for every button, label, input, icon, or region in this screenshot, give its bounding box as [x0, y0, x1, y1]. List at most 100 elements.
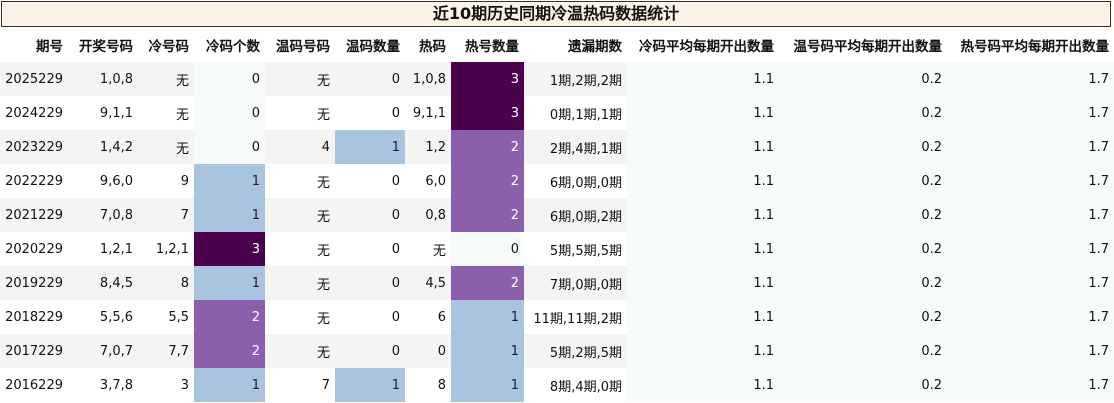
- cell-issue: 2019229: [0, 266, 68, 300]
- cell-cold-count: 0: [194, 130, 265, 164]
- cell-cold-avg: 1.1: [627, 96, 779, 130]
- cell-warm: 无: [265, 96, 335, 130]
- cell-issue: 2016229: [0, 368, 68, 402]
- header-row: 期号 开奖号码 冷号码 冷码个数 温码号码 温码数量 热码 热号数量 遗漏期数 …: [0, 28, 1114, 62]
- col-header-cold: 冷号码: [138, 28, 194, 62]
- cell-miss: 7期,0期,0期: [524, 266, 627, 300]
- cell-hot-count: 2: [451, 198, 524, 232]
- col-header-warm-count: 温码数量: [335, 28, 405, 62]
- cell-miss: 5期,2期,5期: [524, 334, 627, 368]
- cell-hot-count: 3: [451, 62, 524, 96]
- cell-issue: 2025229: [0, 62, 68, 96]
- cell-cold-count: 0: [194, 96, 265, 130]
- cell-cold: 无: [138, 130, 194, 164]
- cell-warm-avg: 0.2: [779, 266, 947, 300]
- table-row: 2021229 7,0,8 7 1 无 0 0,8 2 6期,0期,2期 1.1 0.2 1.7: [0, 198, 1114, 232]
- cell-hot-avg: 1.7: [947, 368, 1114, 402]
- cell-warm-avg: 0.2: [779, 130, 947, 164]
- table-row: 2016229 3,7,8 3 1 7 1 8 1 8期,4期,0期 1.1 0.2 1.7: [0, 368, 1114, 402]
- cell-warm: 无: [265, 266, 335, 300]
- cell-warm-count: 0: [335, 164, 405, 198]
- cell-warm-count: 0: [335, 232, 405, 266]
- cell-warm-count: 0: [335, 300, 405, 334]
- col-header-hot-avg: 热号码平均每期开出数量: [947, 28, 1114, 62]
- cell-issue: 2021229: [0, 198, 68, 232]
- table-row: 2025229 1,0,8 无 0 无 0 1,0,8 3 1期,2期,2期 1.1 0.2 1.7: [0, 62, 1114, 96]
- col-header-hot-count: 热号数量: [451, 28, 524, 62]
- cell-miss: 0期,1期,1期: [524, 96, 627, 130]
- cell-hot-count: 3: [451, 96, 524, 130]
- cell-warm-avg: 0.2: [779, 164, 947, 198]
- cell-issue: 2023229: [0, 130, 68, 164]
- cell-draw: 7,0,7: [68, 334, 138, 368]
- col-header-miss: 遗漏期数: [524, 28, 627, 62]
- cell-warm-avg: 0.2: [779, 300, 947, 334]
- cell-miss: 1期,2期,2期: [524, 62, 627, 96]
- col-header-warm: 温码号码: [265, 28, 335, 62]
- cell-warm-avg: 0.2: [779, 198, 947, 232]
- cell-cold-avg: 1.1: [627, 164, 779, 198]
- cell-warm-count: 1: [335, 368, 405, 402]
- cell-cold-avg: 1.1: [627, 62, 779, 96]
- cell-warm: 无: [265, 198, 335, 232]
- cell-cold: 8: [138, 266, 194, 300]
- cell-warm: 4: [265, 130, 335, 164]
- cell-cold-count: 1: [194, 368, 265, 402]
- cell-draw: 1,4,2: [68, 130, 138, 164]
- cell-draw: 5,5,6: [68, 300, 138, 334]
- cell-warm-count: 0: [335, 266, 405, 300]
- col-header-hot: 热码: [405, 28, 451, 62]
- cell-cold-avg: 1.1: [627, 368, 779, 402]
- cell-hot-avg: 1.7: [947, 334, 1114, 368]
- cell-hot-count: 2: [451, 164, 524, 198]
- cell-issue: 2018229: [0, 300, 68, 334]
- stats-table: 期号 开奖号码 冷号码 冷码个数 温码号码 温码数量 热码 热号数量 遗漏期数 …: [0, 28, 1114, 402]
- cell-cold-avg: 1.1: [627, 266, 779, 300]
- cell-warm-count: 0: [335, 62, 405, 96]
- cell-cold-avg: 1.1: [627, 198, 779, 232]
- cell-warm: 无: [265, 300, 335, 334]
- cell-issue: 2024229: [0, 96, 68, 130]
- cell-hot-count: 2: [451, 130, 524, 164]
- cell-miss: 6期,0期,2期: [524, 198, 627, 232]
- col-header-warm-avg: 温号码平均每期开出数量: [779, 28, 947, 62]
- cell-hot: 8: [405, 368, 451, 402]
- cell-issue: 2017229: [0, 334, 68, 368]
- cell-hot-avg: 1.7: [947, 198, 1114, 232]
- cell-hot: 4,5: [405, 266, 451, 300]
- cell-cold-count: 2: [194, 300, 265, 334]
- cell-warm: 无: [265, 164, 335, 198]
- table-row: 2017229 7,0,7 7,7 2 无 0 0 1 5期,2期,5期 1.1 0.2 1.7: [0, 334, 1114, 368]
- cell-cold-count: 3: [194, 232, 265, 266]
- cell-hot-avg: 1.7: [947, 232, 1114, 266]
- table-row: 2023229 1,4,2 无 0 4 1 1,2 2 2期,4期,1期 1.1 0.2 1.7: [0, 130, 1114, 164]
- table-row: 2022229 9,6,0 9 1 无 0 6,0 2 6期,0期,0期 1.1 0.2 1.7: [0, 164, 1114, 198]
- cell-cold-avg: 1.1: [627, 130, 779, 164]
- cell-hot-avg: 1.7: [947, 130, 1114, 164]
- table-row: 2019229 8,4,5 8 1 无 0 4,5 2 7期,0期,0期 1.1 0.2 1.7: [0, 266, 1114, 300]
- cell-hot-avg: 1.7: [947, 300, 1114, 334]
- cell-warm: 无: [265, 62, 335, 96]
- cell-warm-avg: 0.2: [779, 62, 947, 96]
- table-row: 2018229 5,5,6 5,5 2 无 0 6 1 11期,11期,2期 1.1 0.2 1.7: [0, 300, 1114, 334]
- cell-cold: 5,5: [138, 300, 194, 334]
- col-header-draw: 开奖号码: [68, 28, 138, 62]
- cell-hot-count: 0: [451, 232, 524, 266]
- cell-issue: 2020229: [0, 232, 68, 266]
- cell-miss: 5期,5期,5期: [524, 232, 627, 266]
- cell-hot-count: 1: [451, 334, 524, 368]
- cell-hot: 6,0: [405, 164, 451, 198]
- cell-cold: 9: [138, 164, 194, 198]
- cell-hot: 1,2: [405, 130, 451, 164]
- cell-issue: 2022229: [0, 164, 68, 198]
- cell-warm-avg: 0.2: [779, 368, 947, 402]
- cell-draw: 7,0,8: [68, 198, 138, 232]
- cell-hot-avg: 1.7: [947, 266, 1114, 300]
- cell-hot: 1,0,8: [405, 62, 451, 96]
- cell-warm-count: 0: [335, 198, 405, 232]
- col-header-cold-count: 冷码个数: [194, 28, 265, 62]
- cell-hot-count: 1: [451, 300, 524, 334]
- cell-cold-count: 0: [194, 62, 265, 96]
- cell-hot-avg: 1.7: [947, 96, 1114, 130]
- cell-hot-count: 2: [451, 266, 524, 300]
